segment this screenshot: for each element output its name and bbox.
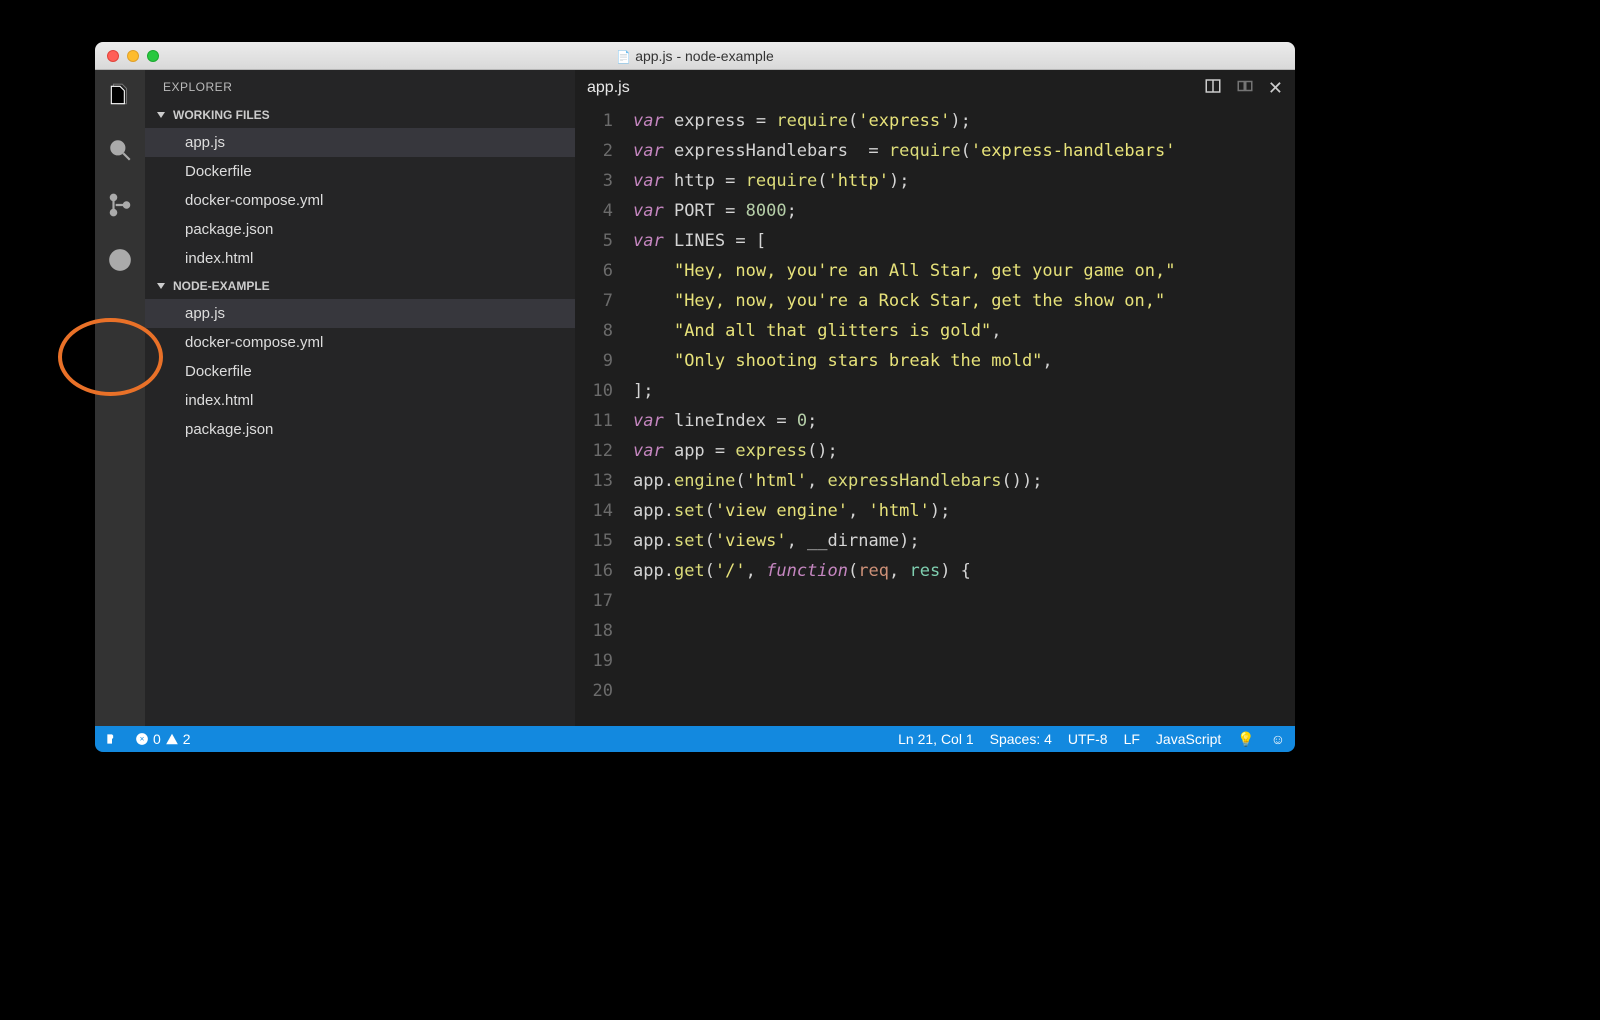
file-item[interactable]: Dockerfile (145, 157, 575, 186)
status-cursor[interactable]: Ln 21, Col 1 (898, 731, 974, 747)
chevron-down-icon (157, 283, 165, 289)
file-item[interactable]: app.js (145, 128, 575, 157)
file-item[interactable]: docker-compose.yml (145, 186, 575, 215)
file-item[interactable]: Dockerfile (145, 357, 575, 386)
window-minimize-icon[interactable] (127, 50, 139, 62)
file-item[interactable]: package.json (145, 415, 575, 444)
file-item[interactable]: app.js (145, 299, 575, 328)
debug-icon[interactable] (107, 247, 133, 278)
sidebar: EXPLORER WORKING FILESapp.jsDockerfiledo… (145, 70, 575, 726)
file-item[interactable]: package.json (145, 215, 575, 244)
file-item[interactable]: index.html (145, 386, 575, 415)
search-icon[interactable] (107, 137, 133, 168)
status-eol[interactable]: LF (1124, 731, 1140, 747)
status-indent[interactable]: Spaces: 4 (990, 731, 1052, 747)
svg-text:×: × (140, 734, 145, 743)
status-encoding[interactable]: UTF-8 (1068, 731, 1108, 747)
status-bar: × 0 2 Ln 21, Col 1 Spaces: 4 UTF-8 LF Ja… (95, 726, 1295, 752)
status-language[interactable]: JavaScript (1156, 731, 1221, 747)
tab-filename[interactable]: app.js (587, 79, 630, 97)
tab-bar: app.js ✕ (575, 70, 1295, 106)
explorer-icon[interactable] (107, 82, 133, 113)
code-editor[interactable]: 1234567891011121314151617181920 var expr… (575, 106, 1295, 726)
window-zoom-icon[interactable] (147, 50, 159, 62)
section-header[interactable]: WORKING FILES (145, 102, 575, 128)
titlebar: 📄app.js - node-example (95, 42, 1295, 70)
editor-area: app.js ✕ 1234567891011121314151617181920… (575, 70, 1295, 726)
feedback-lightbulb-icon[interactable]: 💡 (1237, 731, 1254, 748)
chevron-down-icon (157, 112, 165, 118)
compare-icon[interactable] (1236, 77, 1254, 100)
window-title: 📄app.js - node-example (95, 48, 1295, 64)
feedback-smiley-icon[interactable]: ☺ (1271, 731, 1285, 747)
file-item[interactable]: docker-compose.yml (145, 328, 575, 357)
source-control-icon[interactable] (107, 192, 133, 223)
split-editor-icon[interactable] (1204, 77, 1222, 100)
close-tab-icon[interactable]: ✕ (1268, 78, 1283, 99)
line-numbers: 1234567891011121314151617181920 (575, 106, 627, 726)
file-item[interactable]: index.html (145, 244, 575, 273)
sidebar-title: EXPLORER (145, 70, 575, 102)
activity-bar (95, 70, 145, 726)
editor-window: 📄app.js - node-example EXPLORER WORKING … (95, 42, 1295, 752)
status-problems[interactable]: × 0 2 (135, 731, 191, 747)
status-git-icon[interactable] (105, 732, 119, 746)
window-close-icon[interactable] (107, 50, 119, 62)
section-header[interactable]: NODE-EXAMPLE (145, 273, 575, 299)
